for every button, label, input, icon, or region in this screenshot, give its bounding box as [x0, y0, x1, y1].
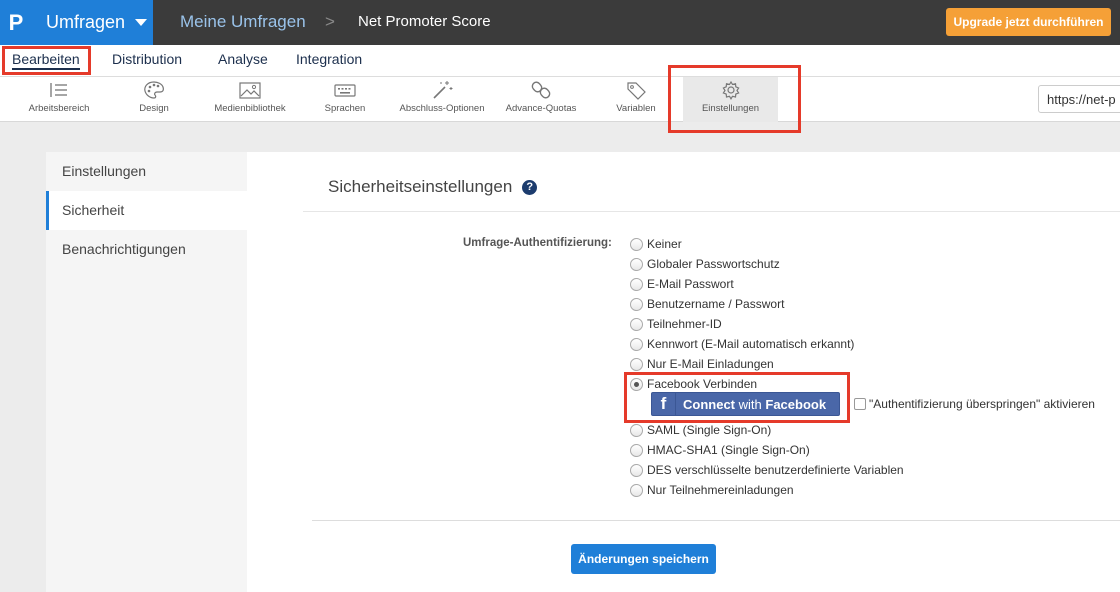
option-label: Kennwort (E-Mail automatisch erkannt): [647, 337, 855, 351]
list-icon: [50, 83, 67, 97]
option-label: Globaler Passwortschutz: [647, 257, 780, 271]
security-settings-panel: Sicherheitseinstellungen ? Umfrage-Authe…: [247, 152, 1120, 592]
radio-button[interactable]: [630, 463, 643, 477]
help-icon[interactable]: ?: [522, 179, 538, 195]
auth-option-email-password[interactable]: E-Mail Passwort: [630, 276, 734, 292]
auth-option-hmac[interactable]: HMAC-SHA1 (Single Sign-On): [630, 442, 810, 458]
app-logo: P: [8, 9, 24, 35]
highlight-box: [624, 372, 850, 423]
magic-wand-icon: [433, 81, 453, 99]
skip-auth-label: "Authentifizierung überspringen" aktivie…: [869, 397, 1095, 411]
toolbar-medienbibliothek[interactable]: Medienbibliothek: [205, 77, 295, 122]
toolbar-variablen[interactable]: Variablen: [608, 77, 664, 122]
section-title: Sicherheitseinstellungen ?: [328, 177, 538, 197]
tab-distribution[interactable]: Distribution: [112, 51, 182, 67]
auth-option-des[interactable]: DES verschlüsselte benutzerdefinierte Va…: [630, 462, 904, 478]
toolbar-label: Abschluss-Optionen: [399, 103, 485, 114]
breadcrumb-current: Net Promoter Score: [358, 13, 491, 30]
sidebar-item-sicherheit[interactable]: Sicherheit: [46, 191, 247, 230]
toolbar-design[interactable]: Design: [124, 77, 184, 122]
radio-button[interactable]: [630, 423, 643, 437]
toolbar-label: Arbeitsbereich: [28, 103, 90, 114]
radio-button[interactable]: [630, 357, 643, 371]
auth-option-participant-invites[interactable]: Nur Teilnehmereinladungen: [630, 482, 794, 498]
skip-auth-checkbox[interactable]: [854, 398, 866, 410]
highlight-box: [668, 65, 801, 133]
option-label: Teilnehmer-ID: [647, 317, 722, 331]
toolbar-advance-quotas[interactable]: Advance-Quotas: [501, 77, 581, 122]
auth-option-saml[interactable]: SAML (Single Sign-On): [630, 422, 771, 438]
app-name: Umfragen: [46, 12, 126, 32]
breadcrumb-separator-icon: >: [325, 12, 335, 31]
divider: [303, 211, 1120, 212]
palette-icon: [144, 81, 164, 99]
toolbar-arbeitsbereich[interactable]: Arbeitsbereich: [22, 77, 96, 122]
caret-down-icon: [135, 19, 148, 26]
auth-option-global-password[interactable]: Globaler Passwortschutz: [630, 256, 780, 272]
divider: [312, 520, 1120, 521]
option-label: Keiner: [647, 237, 682, 251]
radio-button[interactable]: [630, 257, 643, 271]
sidebar-item-benachrichtigungen[interactable]: Benachrichtigungen: [46, 230, 247, 269]
breadcrumb-parent[interactable]: Meine Umfragen: [180, 12, 306, 32]
radio-button[interactable]: [630, 317, 643, 331]
toolbar-label: Medienbibliothek: [214, 103, 286, 114]
auth-option-email-invites[interactable]: Nur E-Mail Einladungen: [630, 356, 774, 372]
page-title: Sicherheitseinstellungen: [328, 177, 513, 196]
auth-label: Umfrage-Authentifizierung:: [463, 237, 612, 249]
toolbar-label: Advance-Quotas: [505, 103, 577, 114]
toolbar-label: Variablen: [616, 103, 656, 114]
editor-toolbar: Arbeitsbereich Design Medienbibliothek S…: [0, 65, 1120, 133]
option-label: DES verschlüsselte benutzerdefinierte Va…: [647, 463, 904, 477]
tab-bearbeiten[interactable]: Bearbeiten: [12, 51, 80, 70]
top-bar: P Umfragen Meine Umfragen > Net Promoter…: [0, 0, 1120, 45]
option-label: E-Mail Passwort: [647, 277, 734, 291]
tab-integration[interactable]: Integration: [296, 51, 362, 67]
survey-url-field[interactable]: https://net-p: [1038, 85, 1120, 113]
app-switcher[interactable]: P Umfragen: [0, 0, 153, 45]
option-label: Nur Teilnehmereinladungen: [647, 483, 794, 497]
save-changes-button[interactable]: Änderungen speichern: [571, 544, 716, 574]
toolbar-label: Sprachen: [324, 103, 366, 114]
auth-option-keiner[interactable]: Keiner: [630, 236, 682, 252]
keyboard-icon: [334, 84, 356, 97]
option-label: Nur E-Mail Einladungen: [647, 357, 774, 371]
option-label: Benutzername / Passwort: [647, 297, 785, 311]
radio-button[interactable]: [630, 237, 643, 251]
option-label: HMAC-SHA1 (Single Sign-On): [647, 443, 810, 457]
link-icon: [531, 81, 551, 99]
tab-analyse[interactable]: Analyse: [218, 51, 268, 67]
radio-button[interactable]: [630, 443, 643, 457]
tag-icon: [627, 82, 646, 100]
toolbar-sprachen[interactable]: Sprachen: [315, 77, 375, 122]
radio-button[interactable]: [630, 337, 643, 351]
auth-option-participant-id[interactable]: Teilnehmer-ID: [630, 316, 722, 332]
upgrade-button[interactable]: Upgrade jetzt durchführen: [946, 8, 1111, 36]
settings-sidebar: Einstellungen Sicherheit Benachrichtigun…: [46, 152, 247, 592]
radio-button[interactable]: [630, 297, 643, 311]
auth-option-kennwort[interactable]: Kennwort (E-Mail automatisch erkannt): [630, 336, 854, 352]
sidebar-item-einstellungen[interactable]: Einstellungen: [46, 152, 247, 191]
main-nav: Bearbeiten Distribution Analyse Integrat…: [0, 45, 1120, 77]
toolbar-abschluss-optionen[interactable]: Abschluss-Optionen: [393, 77, 491, 122]
option-label: SAML (Single Sign-On): [647, 423, 772, 437]
auth-option-username-password[interactable]: Benutzername / Passwort: [630, 296, 784, 312]
radio-button[interactable]: [630, 483, 643, 497]
skip-auth-option[interactable]: "Authentifizierung überspringen" aktivie…: [854, 397, 1095, 411]
radio-button[interactable]: [630, 277, 643, 291]
toolbar-label: Design: [139, 103, 169, 114]
image-icon: [239, 82, 261, 99]
